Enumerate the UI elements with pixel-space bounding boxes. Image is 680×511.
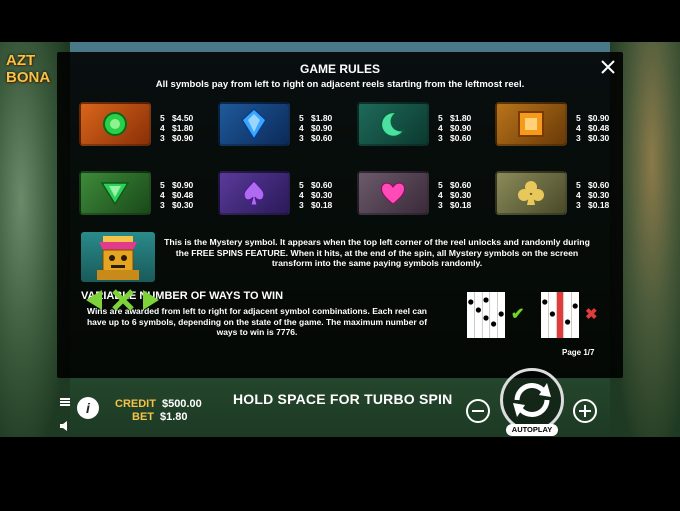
symbol-pink-heart [357,171,429,215]
paytable-symbol-1: 5 $4.50 4 $1.80 3 $0.90 [160,113,194,143]
rules-subtitle: All symbols pay from left to right on ad… [155,79,525,90]
cross-icon: ✖ [585,306,598,323]
minus-icon [472,410,484,412]
prev-page-button[interactable] [84,289,104,317]
game-logo: AZT BONA [6,52,51,86]
page-indicator: Page 1/7 [562,348,595,357]
arrow-right-icon [143,290,159,310]
paytable-symbol-2: 5 $1.80 4 $0.90 3 $0.60 [299,113,333,143]
increase-bet-button[interactable] [573,399,597,423]
club-icon [518,181,544,205]
symbol-emerald-gem [79,102,151,146]
close-rules-button[interactable] [111,289,135,317]
triangle-gem-icon [100,182,130,206]
mystery-description: This is the Mystery symbol. It appears w… [164,237,590,268]
credit-label: CREDIT [115,398,156,410]
symbol-blue-crystal [218,102,290,146]
paytable-symbol-5: 5 $0.90 4 $0.48 3 $0.30 [160,180,194,210]
decrease-bet-button[interactable] [466,399,490,423]
moon-gem-icon [380,111,406,138]
spade-icon [243,180,265,206]
symbol-purple-spade [218,171,290,215]
autoplay-button[interactable]: AUTOPLAY [506,424,558,436]
paytable-symbol-8: 5 $0.60 4 $0.30 3 $0.18 [576,180,610,210]
game-rules-panel: GAME RULES All symbols pay from left to … [57,52,623,378]
turbo-spin-message: HOLD SPACE FOR TURBO SPIN [233,391,453,407]
aztec-idol-icon [97,236,139,280]
symbol-gold-club [495,171,567,215]
paytable-symbol-6: 5 $0.60 4 $0.30 3 $0.18 [299,180,333,210]
spin-arrows-icon [513,382,551,418]
blue-crystal-icon [241,108,267,140]
close-icon[interactable] [599,59,617,77]
paytable-symbol-3: 5 $1.80 4 $0.90 3 $0.60 [438,113,472,143]
square-gem-icon [518,111,544,137]
checkmark-icon: ✔ [511,306,525,323]
info-icon[interactable]: i [77,397,99,419]
symbol-green-moon [357,102,429,146]
paytable-symbol-4: 5 $0.90 4 $0.48 3 $0.30 [576,113,610,143]
emerald-gem-icon [103,112,127,136]
mystery-symbol [81,232,155,282]
bet-label: BET [132,411,154,423]
rules-title: GAME RULES [299,62,380,76]
spin-button[interactable] [500,368,564,432]
bet-value: $1.80 [160,411,188,423]
paytable-symbol-7: 5 $0.60 4 $0.30 3 $0.18 [438,180,472,210]
ways-title: VARIABLE NUMBER OF WAYS TO WIN [80,290,284,302]
credit-bet-display: CREDIT $500.00 BET $1.80 [115,398,202,424]
invalid-ways-diagram [541,292,579,338]
x-close-icon [112,289,134,311]
valid-ways-diagram [467,292,505,338]
symbol-orange-square [495,102,567,146]
next-page-button[interactable] [141,289,161,317]
arrow-left-icon [86,290,102,310]
bottom-bar [0,437,680,511]
heart-icon [380,182,406,205]
plus-icon [579,405,591,417]
symbol-green-diamond [79,171,151,215]
credit-value: $500.00 [161,398,202,410]
menu-icon[interactable] [60,397,70,407]
sound-icon[interactable] [60,418,72,431]
